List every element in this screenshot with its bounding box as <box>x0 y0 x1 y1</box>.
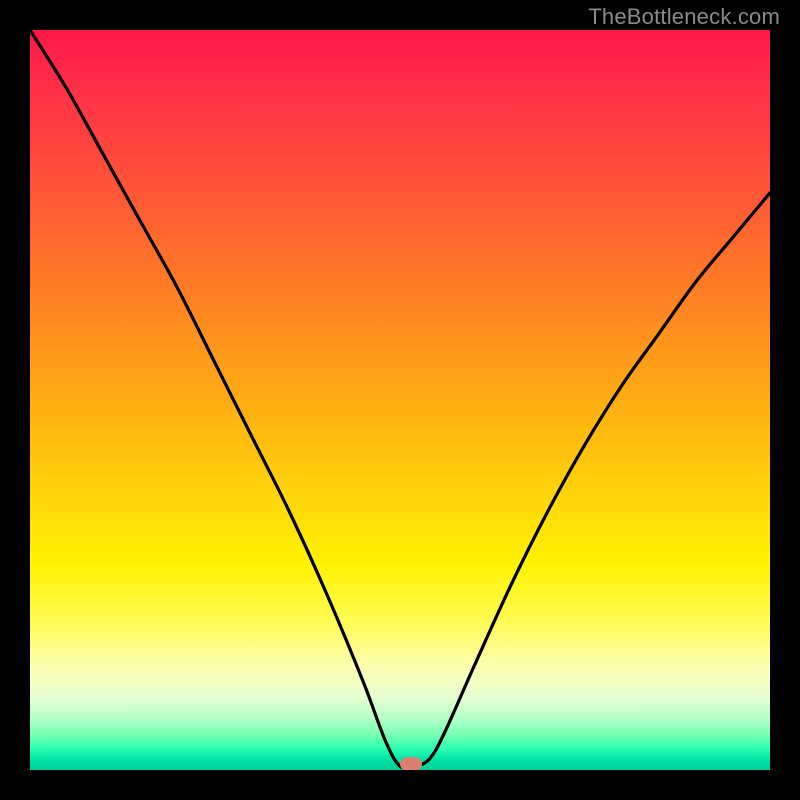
optimal-marker <box>400 757 422 770</box>
chart-stage: TheBottleneck.com <box>0 0 800 800</box>
watermark-text: TheBottleneck.com <box>588 4 780 30</box>
bottleneck-curve <box>30 30 770 769</box>
curve-layer <box>30 30 770 770</box>
plot-area <box>30 30 770 770</box>
